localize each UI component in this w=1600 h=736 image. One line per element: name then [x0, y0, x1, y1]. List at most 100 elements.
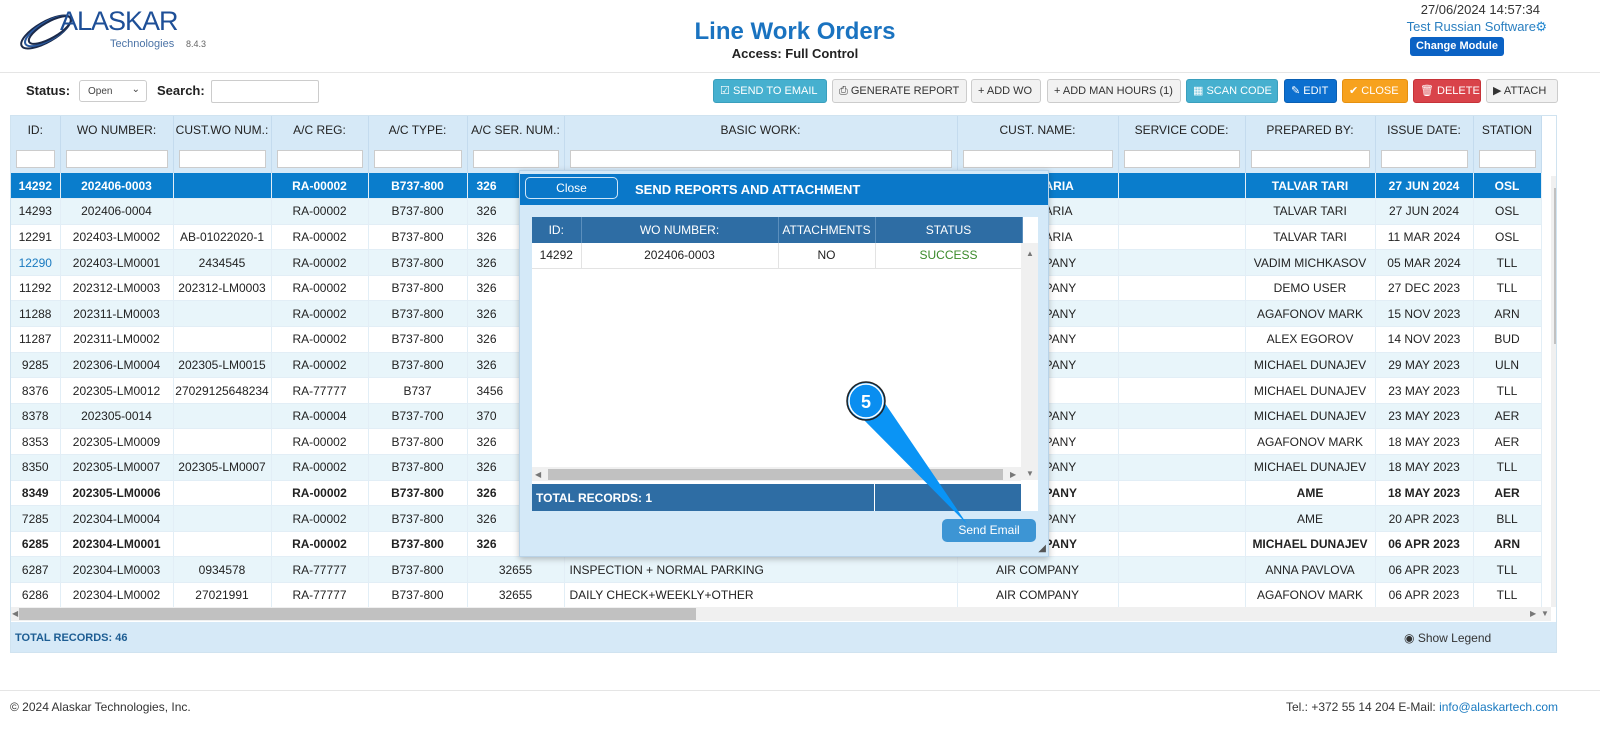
change-module-button[interactable]: Change Module: [1410, 37, 1504, 56]
column-filter-input[interactable]: [962, 149, 1113, 168]
edit-button[interactable]: ✎ EDIT: [1284, 79, 1337, 103]
cell-value: B737-800: [391, 229, 444, 244]
dialog-close-button[interactable]: Close: [525, 177, 618, 199]
column-filter-input[interactable]: [569, 149, 952, 168]
cell: 27021991: [173, 582, 272, 609]
email-link[interactable]: info@alaskartech.com: [1439, 700, 1558, 714]
cell: TLL: [1473, 556, 1542, 583]
column-filter-input[interactable]: [472, 149, 559, 168]
cell-value: 202403-LM0001: [72, 255, 161, 270]
cell: B737-800: [368, 300, 468, 328]
table-row[interactable]: 6286 202304-LM0002 27021991 RA-77777 B737-80…: [11, 582, 1542, 609]
dialog-vertical-scrollbar[interactable]: ▲ ▼: [1021, 243, 1038, 480]
cell-value: AIR COMPANY: [995, 562, 1080, 577]
dialog-column-header[interactable]: ID:: [532, 217, 582, 243]
cell: 20 APR 2023: [1375, 505, 1474, 532]
column-header[interactable]: BASIC WORK:: [564, 116, 958, 144]
cell-value: 202305-0014: [81, 409, 152, 424]
column-header[interactable]: SERVICE CODE:: [1118, 116, 1246, 144]
cell: RA-00002: [271, 505, 369, 532]
cell-value: PANY: [1044, 255, 1077, 270]
search-input[interactable]: [211, 80, 319, 103]
cell-value: DAILY CHECK+WEEKLY+OTHER: [569, 588, 754, 603]
cell: 11292: [11, 275, 61, 302]
column-header[interactable]: ID:: [11, 116, 61, 144]
column-filter-input[interactable]: [1380, 149, 1468, 168]
cell-value: AIR COMPANY: [995, 588, 1080, 603]
horizontal-scrollbar[interactable]: ◀ ▶ ▼: [11, 607, 1551, 621]
cell-value: 202305-LM0015: [178, 357, 266, 372]
cell-value: MICHAEL DUNAJEV: [1253, 460, 1367, 475]
add-wo-button[interactable]: + ADD WO: [971, 79, 1041, 103]
send-to-email-button[interactable]: ☑ SEND TO EMAIL: [713, 79, 827, 103]
send-email-button[interactable]: Send Email: [942, 519, 1036, 542]
cell: B737-800: [368, 428, 468, 456]
column-header[interactable]: CUST.WO NUM.:: [173, 116, 272, 144]
cell: 23 MAY 2023: [1375, 377, 1474, 404]
dialog-column-header[interactable]: STATUS: [875, 217, 1023, 243]
close-button[interactable]: ✔ CLOSE: [1342, 79, 1408, 103]
status-select[interactable]: Open ⌄: [79, 80, 147, 102]
cell-value: AME: [1296, 511, 1323, 526]
column-filter-input[interactable]: [373, 149, 462, 168]
cell-value: 8350: [21, 460, 49, 475]
cell-value: 3456: [476, 383, 504, 398]
cell-value: B737-800: [391, 178, 444, 193]
dialog-column-header[interactable]: WO NUMBER:: [581, 217, 779, 243]
table-row[interactable]: 6287 202304-LM0003 0934578 RA-77777 B737-800…: [11, 556, 1542, 583]
cell-value: NO: [817, 248, 836, 263]
cell: TALVAR TARI: [1245, 173, 1376, 200]
show-legend-button[interactable]: ◉ Show Legend: [1404, 631, 1491, 645]
column-header[interactable]: ISSUE DATE:: [1375, 116, 1474, 144]
cell-value: 15 NOV 2023: [1387, 306, 1461, 321]
column-filter-input[interactable]: [1250, 149, 1370, 168]
cell-value: 11 MAR 2024: [1387, 229, 1461, 244]
scroll-up-icon[interactable]: ▲: [1555, 176, 1556, 185]
dialog-row[interactable]: 14292 202406-0003 NO SUCCESS: [532, 243, 1023, 269]
column-header[interactable]: WO NUMBER:: [60, 116, 174, 144]
resize-handle-icon[interactable]: ◢: [1038, 543, 1046, 554]
gear-icon[interactable]: ⚙: [1535, 19, 1547, 35]
scroll-down-icon[interactable]: ▼: [1541, 609, 1549, 618]
column-header[interactable]: PREPARED BY:: [1245, 116, 1376, 144]
attach-button[interactable]: ▶ ATTACH: [1486, 79, 1558, 103]
cell: RA-00002: [271, 428, 369, 456]
column-header[interactable]: CUST. NAME:: [957, 116, 1119, 144]
column-header[interactable]: A/C TYPE:: [368, 116, 468, 144]
generate-report-button[interactable]: ⎙ GENERATE REPORT: [832, 79, 967, 103]
cell: 202406-0003: [60, 173, 174, 200]
add-man-hours-1-button[interactable]: + ADD MAN HOURS (1): [1047, 79, 1181, 103]
delete-button[interactable]: 🗑 DELETE: [1413, 79, 1481, 103]
cell: TLL: [1473, 454, 1542, 481]
vertical-scrollbar[interactable]: ▲: [1551, 176, 1556, 607]
scroll-left-icon[interactable]: ◀: [12, 609, 18, 618]
cell-value: 27021991: [195, 588, 249, 603]
column-header[interactable]: A/C REG:: [271, 116, 369, 144]
dialog-column-header[interactable]: ATTACHMENTS: [778, 217, 876, 243]
cell-value: 326: [476, 357, 497, 372]
column-header[interactable]: A/C SER. NUM.:: [467, 116, 565, 144]
column-filter-input[interactable]: [1123, 149, 1240, 168]
button-label: SEND TO EMAIL: [732, 85, 818, 97]
cell: ARN: [1473, 300, 1542, 328]
cell-value: RA-00002: [292, 511, 347, 526]
scroll-right-icon[interactable]: ▶: [1530, 609, 1536, 618]
cell-value: 27 JUN 2024: [1388, 178, 1460, 193]
column-header[interactable]: STATION: [1473, 116, 1542, 144]
cell: TLL: [1473, 582, 1542, 609]
cell: [1118, 377, 1246, 404]
column-filter-input[interactable]: [1478, 149, 1536, 168]
dialog-horizontal-scrollbar[interactable]: ◀ ▶: [532, 467, 1021, 481]
column-filter-input[interactable]: [178, 149, 266, 168]
column-filter-input[interactable]: [276, 149, 363, 168]
column-filter-input[interactable]: [65, 149, 168, 168]
cell: RA-00002: [271, 224, 369, 251]
cell: RA-00002: [271, 300, 369, 328]
cell-value: PANY: [1044, 537, 1077, 552]
cell-value: PANY: [1044, 409, 1077, 424]
scan-code-button[interactable]: ▦ SCAN CODE: [1186, 79, 1278, 103]
cell: RA-00002: [271, 198, 369, 225]
column-filter-input[interactable]: [16, 149, 55, 168]
user-link[interactable]: Test Russian Software: [1407, 19, 1536, 34]
cell-value: B737-700: [391, 409, 444, 424]
